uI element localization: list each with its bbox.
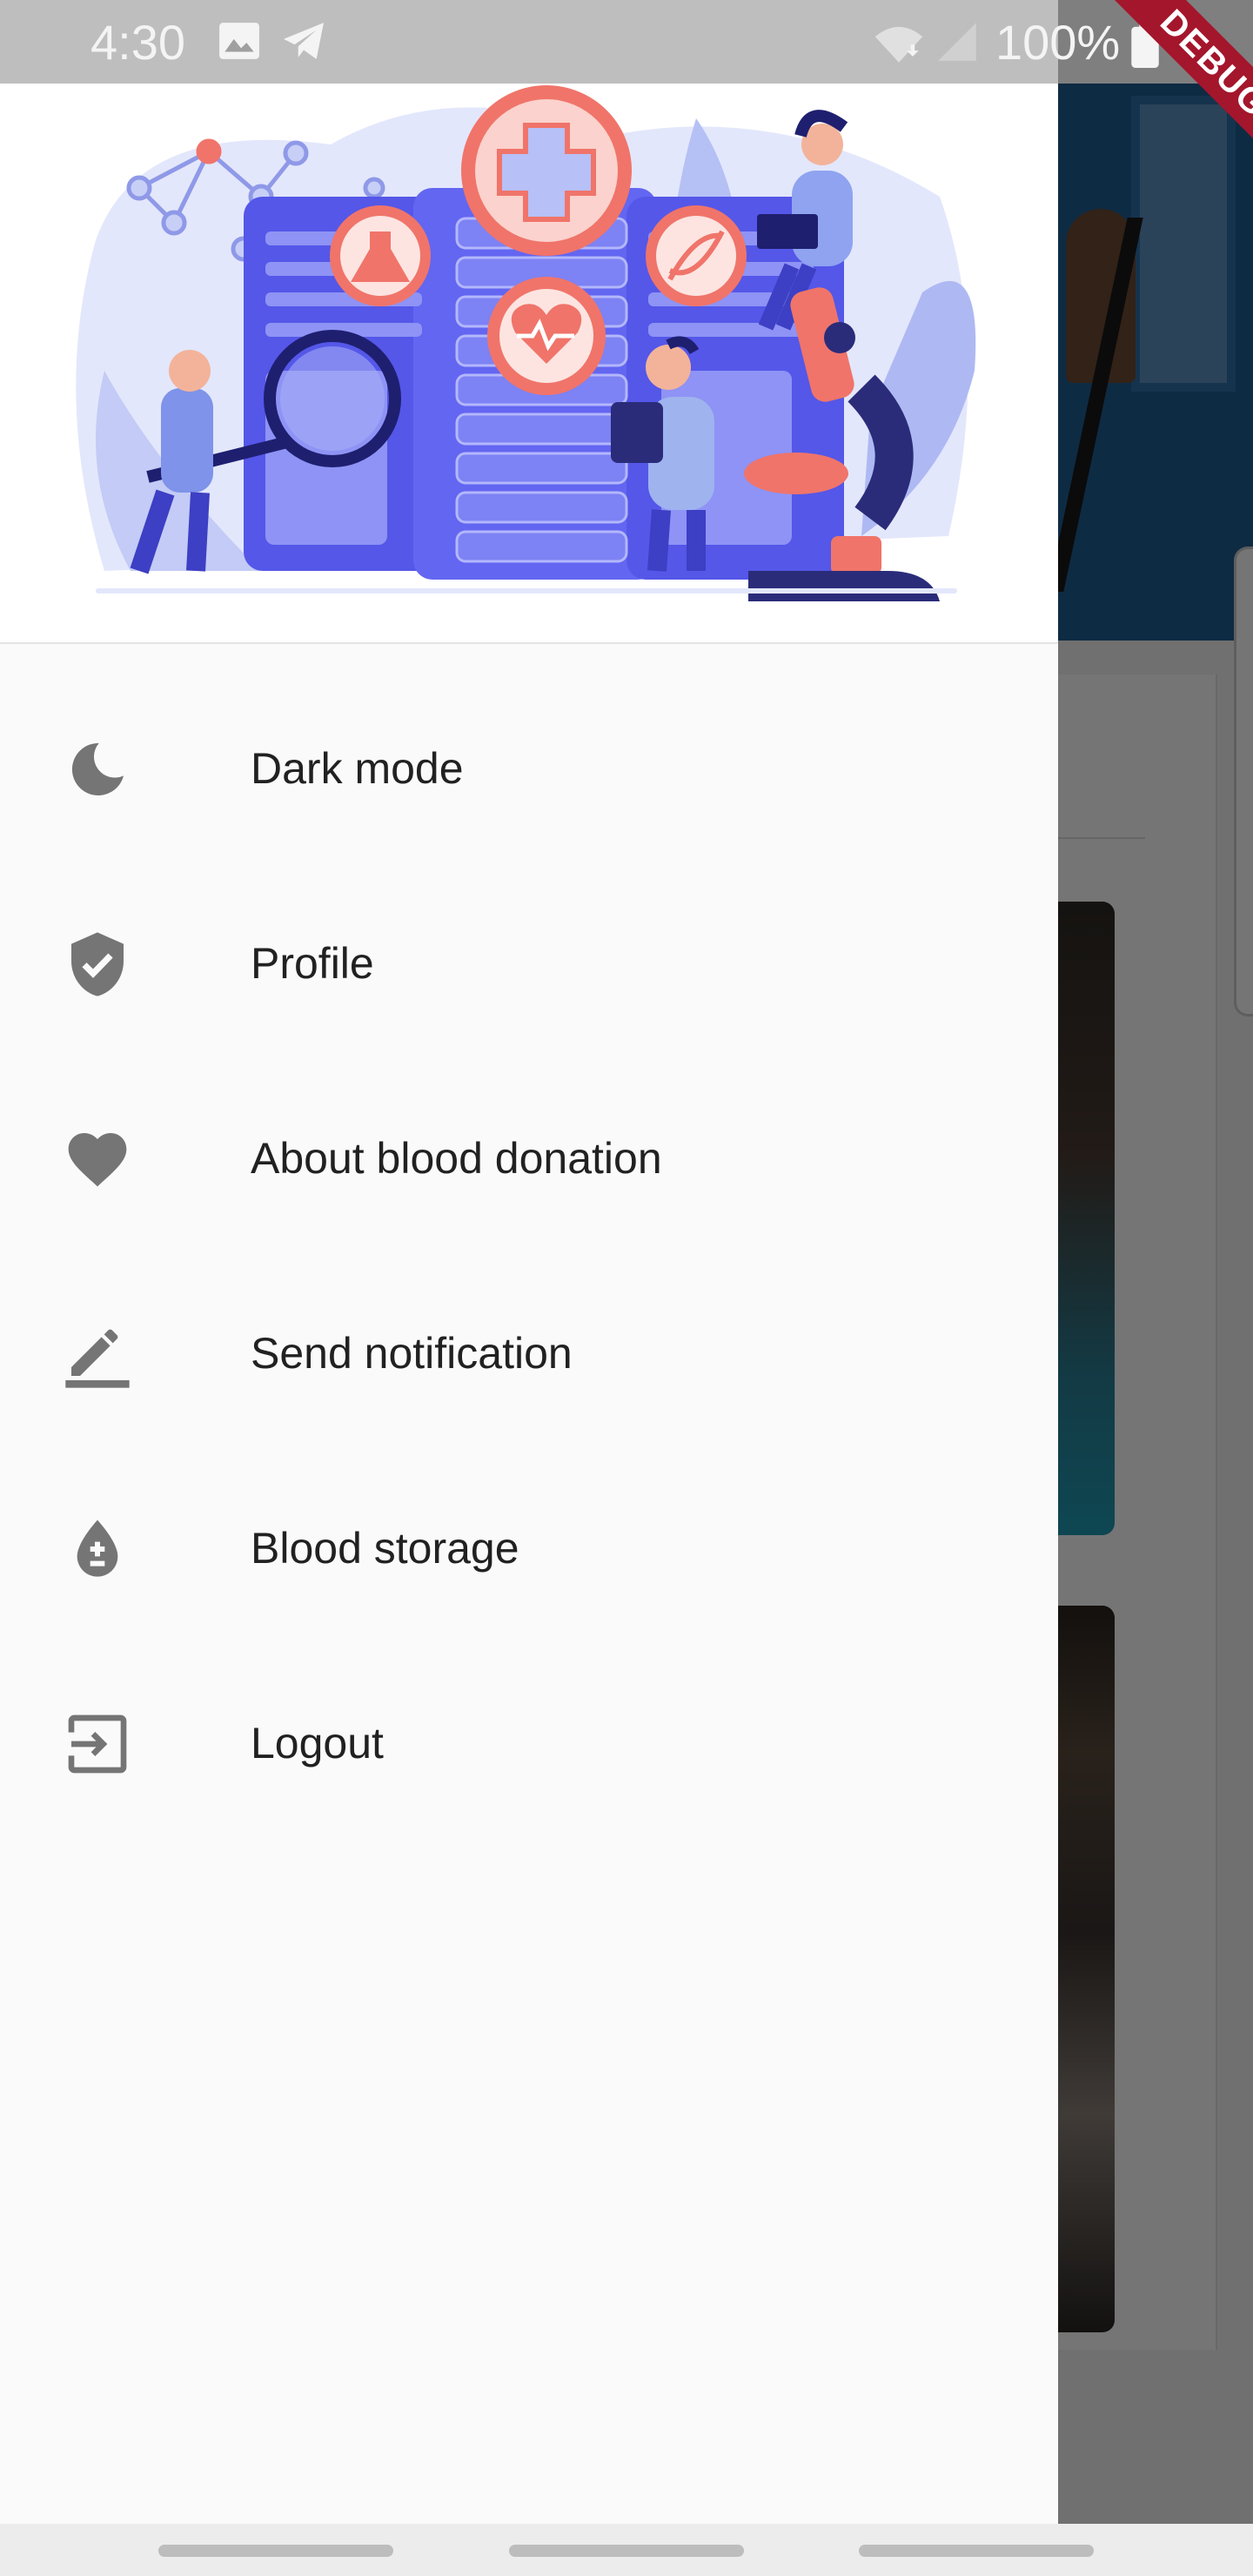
drawer-item-profile[interactable]: Profile [0,867,1058,1062]
nav-home-button[interactable] [509,2545,744,2557]
drawer-item-label: Profile [251,939,374,988]
drawer-item-label: Blood storage [251,1524,519,1573]
drawer-item-label: About blood donation [251,1134,662,1183]
blood-drop-plus-minus-icon [77,1519,118,1577]
gallery-icon [219,23,259,59]
wifi-icon [874,26,923,63]
heart-icon [68,1133,127,1187]
drawer-item-dark-mode[interactable]: Dark mode [0,672,1058,867]
screen: Dark mode Profile About blood donation S… [0,0,1253,2576]
drawer-item-label: Dark mode [251,744,464,793]
nav-recents-button[interactable] [158,2545,393,2557]
signal-icon [938,23,976,61]
telegram-icon [284,23,324,59]
drawer-item-logout[interactable]: Logout [0,1647,1058,1841]
drawer-item-about-blood-donation[interactable]: About blood donation [0,1062,1058,1257]
status-bar: 4:30 100% [0,0,1253,84]
nav-back-button[interactable] [859,2545,1094,2557]
drawer-item-label: Logout [251,1719,384,1768]
drawer-item-label: Send notification [251,1329,573,1378]
shield-check-icon [71,932,124,996]
logout-icon [68,1714,127,1774]
medical-research-illustration [76,85,976,601]
battery-percentage: 100% [995,15,1121,70]
drawer-header-illustration [0,84,1058,644]
drawer-item-send-notification[interactable]: Send notification [0,1257,1058,1452]
edit-pencil-icon [65,1329,130,1388]
navigation-bar [0,2524,1253,2576]
navigation-drawer: Dark mode Profile About blood donation S… [0,0,1058,2524]
status-time: 4:30 [90,15,185,70]
moon-icon [71,742,124,795]
drawer-item-blood-storage[interactable]: Blood storage [0,1452,1058,1647]
